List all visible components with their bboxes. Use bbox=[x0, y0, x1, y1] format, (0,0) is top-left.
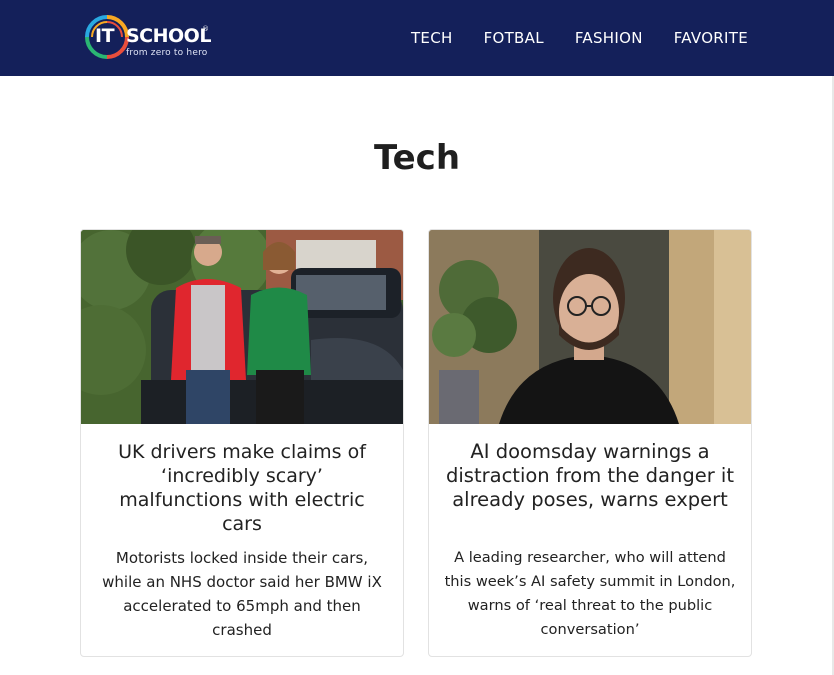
logo-registered-mark: ® bbox=[202, 25, 209, 33]
nav-item-favorite[interactable]: FAVORITE bbox=[674, 29, 748, 47]
article-card[interactable]: UK drivers make claims of ‘incredibly sc… bbox=[80, 229, 404, 657]
article-description: Motorists locked inside their cars, whil… bbox=[102, 549, 382, 639]
couple-with-electric-car-photo[interactable] bbox=[81, 230, 403, 424]
logo-it-text: IT bbox=[95, 25, 115, 47]
researcher-portrait-photo[interactable] bbox=[429, 230, 751, 424]
logo-school-text: SCHOOL bbox=[126, 25, 211, 47]
article-title[interactable]: UK drivers make claims of ‘incredibly sc… bbox=[97, 440, 387, 536]
nav-item-tech[interactable]: TECH bbox=[411, 29, 453, 47]
itschool-logo[interactable]: IT SCHOOL ® from zero to hero bbox=[84, 14, 224, 62]
main-nav: TECH FOTBAL FASHION FAVORITE bbox=[411, 0, 748, 76]
logo-tagline: from zero to hero bbox=[126, 48, 208, 58]
page-title: Tech bbox=[373, 138, 461, 178]
article-description: A leading researcher, who will attend th… bbox=[444, 549, 736, 638]
article-title[interactable]: AI doomsday warnings a distraction from … bbox=[445, 440, 735, 512]
article-card[interactable]: AI doomsday warnings a distraction from … bbox=[428, 229, 752, 657]
site-header: IT SCHOOL ® from zero to hero TECH FOTBA… bbox=[0, 0, 834, 76]
nav-item-fotbal[interactable]: FOTBAL bbox=[484, 29, 544, 47]
nav-item-fashion[interactable]: FASHION bbox=[575, 29, 643, 47]
